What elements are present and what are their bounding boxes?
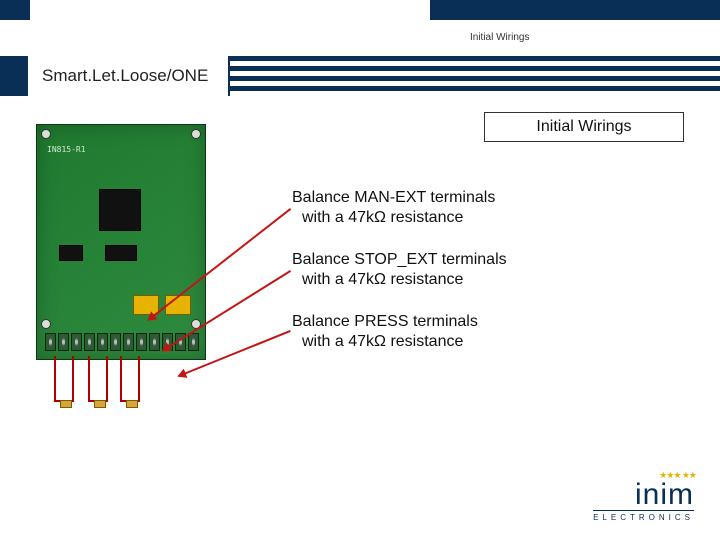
instruction-stop-ext: Balance STOP_EXT terminals with a 47kΩ r… (292, 250, 652, 290)
pcb-silk-label: IN815-R1 (47, 145, 86, 154)
instruction-line: Balance PRESS terminals (292, 312, 652, 332)
instruction-list: Balance MAN-EXT terminals with a 47kΩ re… (292, 188, 652, 374)
title-band: Smart.Let.Loose/ONE (0, 56, 720, 96)
instruction-line: Balance STOP_EXT terminals (292, 250, 652, 270)
product-name: Smart.Let.Loose/ONE (28, 56, 228, 96)
instruction-man-ext: Balance MAN-EXT terminals with a 47kΩ re… (292, 188, 652, 228)
instruction-line: with a 47kΩ resistance (292, 270, 652, 290)
instruction-line: Balance MAN-EXT terminals (292, 188, 652, 208)
instruction-line: with a 47kΩ resistance (292, 208, 652, 228)
pcb-board-image: IN815-R1 (36, 124, 206, 360)
top-banner (0, 0, 720, 20)
instruction-press: Balance PRESS terminals with a 47kΩ resi… (292, 312, 652, 352)
header-small-label: Initial Wirings (470, 32, 529, 43)
resistor-wiring-diagram (50, 356, 190, 436)
brand-logo: ★★★ ★★ inim ELECTRONICS (593, 478, 694, 522)
instruction-line: with a 47kΩ resistance (292, 332, 652, 352)
slide-title: Initial Wirings (484, 112, 684, 142)
logo-brand-text: inim (593, 478, 694, 512)
logo-stars-icon: ★★★ ★★ (659, 470, 696, 481)
